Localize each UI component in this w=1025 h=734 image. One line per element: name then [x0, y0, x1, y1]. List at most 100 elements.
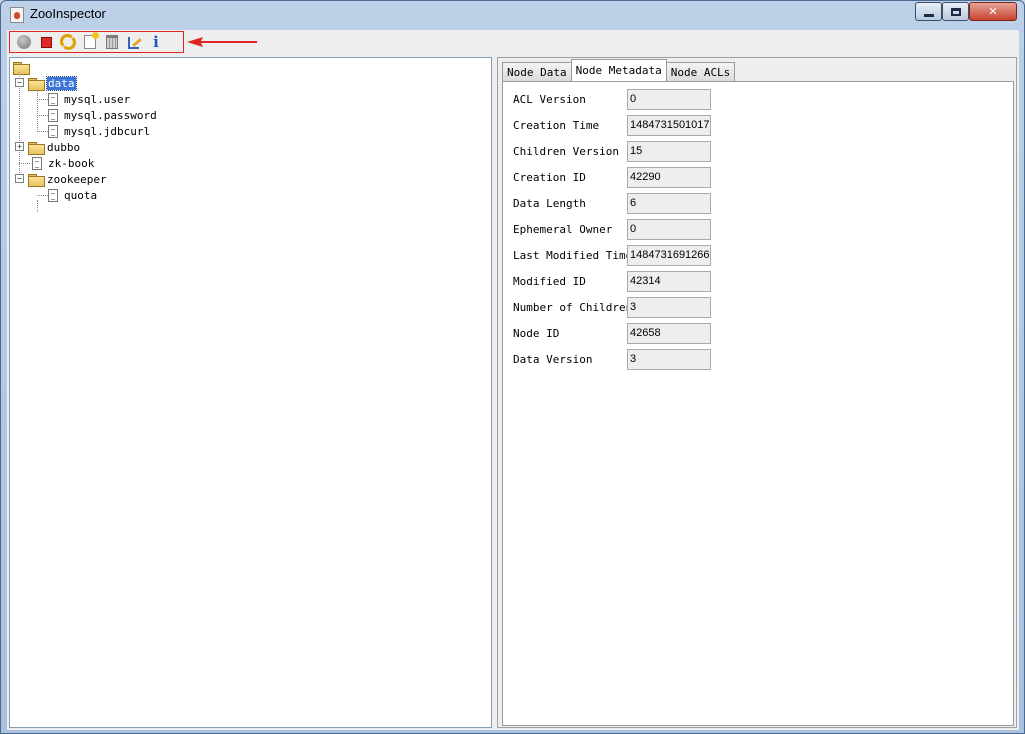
about-button[interactable]: i [145, 32, 167, 52]
file-icon [48, 92, 58, 106]
tree-node-label: dubbo [47, 140, 81, 154]
metadata-label: Node ID [513, 326, 560, 340]
client-area: i − data mysql.user mysql.password mysql… [7, 30, 1019, 730]
tree-node-mysql-jdbcurl[interactable]: mysql.jdbcurl [48, 123, 150, 139]
refresh-icon [60, 34, 76, 50]
metadata-label: Number of Children [513, 300, 633, 314]
tree-node-dubbo[interactable]: dubbo [28, 139, 80, 155]
title-bar[interactable]: ZooInspector ✕ [1, 1, 1024, 29]
tree-node-zk-book[interactable]: zk-book [32, 155, 94, 171]
tree-root[interactable] [13, 59, 32, 75]
metadata-value[interactable]: 1484731691266 [627, 244, 711, 266]
node-metadata-content: ACL Version 0 Creation Time 148473150101… [502, 81, 1014, 726]
metadata-row-children-version: Children Version 15 [513, 140, 711, 162]
metadata-value[interactable]: 0 [627, 218, 711, 240]
tree-node-label: mysql.password [64, 108, 157, 122]
tree-connector [37, 99, 48, 100]
tree-connector [37, 88, 38, 132]
maximize-icon [950, 7, 961, 16]
tree-connector [37, 195, 48, 196]
maximize-button[interactable] [942, 2, 969, 21]
expand-toggle-dubbo[interactable]: + [15, 142, 24, 151]
metadata-row-last-modified-time: Last Modified Time 1484731691266 [513, 244, 711, 266]
tab-node-data[interactable]: Node Data [502, 62, 572, 81]
node-tree[interactable]: − data mysql.user mysql.password mysql.j… [9, 57, 492, 728]
tree-connector [37, 200, 38, 212]
annotation-arrow-icon [187, 37, 257, 47]
add-node-icon [84, 32, 99, 49]
file-icon [48, 108, 58, 122]
metadata-row-creation-time: Creation Time 1484731501017 [513, 114, 711, 136]
tree-node-quota[interactable]: quota [48, 187, 97, 203]
folder-open-icon [13, 61, 30, 75]
tree-node-label: quota [64, 188, 98, 202]
file-icon [48, 188, 58, 202]
tree-node-mysql-user[interactable]: mysql.user [48, 91, 130, 107]
tree-connector [19, 163, 30, 164]
metadata-row-node-id: Node ID 42658 [513, 322, 711, 344]
collapse-toggle-zookeeper[interactable]: − [15, 174, 24, 183]
tree-node-data[interactable]: data [28, 75, 77, 91]
java-app-icon [10, 7, 24, 23]
tree-node-mysql-password[interactable]: mysql.password [48, 107, 157, 123]
metadata-row-creation-id: Creation ID 42290 [513, 166, 711, 188]
collapse-toggle-data[interactable]: − [15, 78, 24, 87]
tab-node-metadata[interactable]: Node Metadata [570, 59, 667, 81]
delete-node-icon [106, 35, 118, 49]
file-icon [48, 124, 58, 138]
metadata-label: Creation ID [513, 170, 586, 184]
tab-node-acls[interactable]: Node ACLs [665, 62, 736, 81]
refresh-button[interactable] [57, 32, 79, 52]
minimize-icon [923, 13, 934, 17]
metadata-value[interactable]: 42290 [627, 166, 711, 188]
disconnect-icon [40, 36, 52, 48]
metadata-value[interactable]: 3 [627, 296, 711, 318]
edit-icon [127, 35, 141, 49]
metadata-label: ACL Version [513, 92, 586, 106]
metadata-row-data-version: Data Version 3 [513, 348, 711, 370]
file-icon [32, 156, 42, 170]
tree-node-label: mysql.user [64, 92, 131, 106]
metadata-value[interactable]: 15 [627, 140, 711, 162]
metadata-label: Ephemeral Owner [513, 222, 613, 236]
metadata-row-number-of-children: Number of Children 3 [513, 296, 711, 318]
metadata-value[interactable]: 42658 [627, 322, 711, 344]
metadata-label: Data Length [513, 196, 586, 210]
connect-icon [17, 35, 31, 49]
info-icon: i [153, 33, 159, 51]
window-title: ZooInspector [30, 6, 106, 21]
tree-connector [37, 131, 48, 132]
connect-button[interactable] [13, 32, 35, 52]
metadata-row-modified-id: Modified ID 42314 [513, 270, 711, 292]
add-node-button[interactable] [79, 32, 101, 52]
folder-closed-icon [28, 141, 45, 155]
delete-node-button[interactable] [101, 32, 123, 52]
disconnect-button[interactable] [35, 32, 57, 52]
node-viewers-button[interactable] [123, 32, 145, 52]
metadata-value[interactable]: 0 [627, 88, 711, 110]
close-button[interactable]: ✕ [969, 2, 1017, 21]
metadata-row-data-length: Data Length 6 [513, 192, 711, 214]
tab-bar: Node Data Node Metadata Node ACLs [502, 59, 736, 81]
metadata-label: Data Version [513, 352, 593, 366]
tree-node-label: data [46, 75, 77, 91]
metadata-row-ephemeral-owner: Ephemeral Owner 0 [513, 218, 711, 240]
metadata-row-acl-version: ACL Version 0 [513, 88, 711, 110]
metadata-value[interactable]: 3 [627, 348, 711, 370]
close-icon: ✕ [988, 5, 998, 18]
metadata-value[interactable]: 1484731501017 [627, 114, 711, 136]
metadata-label: Modified ID [513, 274, 586, 288]
metadata-value[interactable]: 6 [627, 192, 711, 214]
metadata-value[interactable]: 42314 [627, 270, 711, 292]
tree-connector [37, 115, 48, 116]
node-details-panel: Node Data Node Metadata Node ACLs ACL Ve… [497, 57, 1017, 728]
folder-open-icon [28, 77, 45, 91]
toolbar: i [9, 31, 184, 53]
folder-open-icon [28, 173, 45, 187]
tree-node-label: mysql.jdbcurl [64, 124, 151, 138]
metadata-label: Children Version [513, 144, 619, 158]
tree-node-label: zookeeper [47, 172, 107, 186]
tree-node-zookeeper[interactable]: zookeeper [28, 171, 107, 187]
minimize-button[interactable] [915, 2, 942, 21]
app-window: ZooInspector ✕ i − data mysql.user mysql… [0, 0, 1025, 734]
